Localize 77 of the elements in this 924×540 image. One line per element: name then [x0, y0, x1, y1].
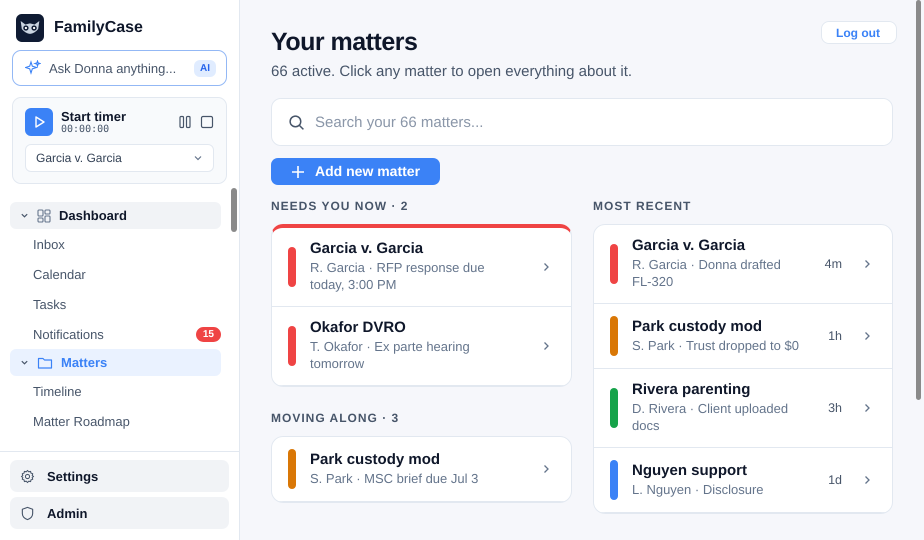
ai-badge: AI — [194, 60, 216, 76]
matter-name: Garcia v. Garcia — [632, 237, 746, 254]
time-ago: 1h — [828, 329, 842, 344]
chevron-down-icon — [20, 211, 29, 220]
matter-name: Nguyen support — [632, 462, 748, 478]
search-icon — [288, 114, 305, 130]
matter-dropdown[interactable]: Garcia v. Garcia — [25, 144, 214, 172]
chevron-right-icon — [862, 259, 872, 270]
section-heading: NEEDS YOU NOW · 2 — [271, 199, 410, 214]
footer-nav-button[interactable]: Settings — [10, 460, 229, 492]
nav-item[interactable]: Notifications 15 — [10, 319, 221, 349]
chevron-right-icon — [541, 262, 551, 272]
matter-detail: S. Park · Trust dropped to $0 — [632, 338, 800, 355]
time-ago: 4m — [824, 257, 842, 272]
app-name: FamilyCase — [54, 19, 143, 37]
nav-item[interactable]: Tasks — [10, 289, 221, 319]
nav-group-item[interactable]: Dashboard — [10, 202, 221, 229]
chevron-right-icon — [862, 331, 872, 342]
matter-row[interactable]: Garcia v. Garcia R. Garcia · RFP response due today, 3:00 PM — [272, 228, 571, 308]
matter-name: Garcia v. Garcia — [310, 240, 424, 258]
plus-icon — [291, 164, 305, 179]
nav-item-label: Timeline — [33, 384, 82, 398]
footer-nav-button[interactable]: Admin — [10, 497, 229, 529]
matter-detail: D. Rivera · Client uploaded docs — [632, 401, 790, 435]
matter-detail: R. Garcia · Donna drafted FL-320 — [632, 257, 782, 292]
matter-detail: T. Okafor · Ex parte hearing tomorrow — [310, 339, 471, 373]
timer-title: Start timer — [61, 109, 128, 124]
nav-item-label: Notifications — [33, 326, 104, 342]
folder-icon — [37, 356, 53, 370]
sparkle-icon — [25, 60, 41, 76]
logout-button[interactable]: Log out — [821, 21, 897, 44]
nav-item-label: Matter Roadmap — [33, 414, 130, 428]
matter-name: Rivera parenting — [632, 381, 752, 398]
scrollbar-thumb[interactable] — [231, 188, 237, 232]
nav-item-label: Calendar — [33, 266, 86, 282]
stop-icon[interactable] — [200, 115, 214, 129]
page-subtitle: 66 active. Click any matter to open everything about it. — [271, 63, 632, 80]
matter-row[interactable]: Garcia v. Garcia R. Garcia · Donna drafted FL-320 4m — [594, 225, 892, 304]
grid-icon — [37, 208, 51, 222]
ask-field[interactable]: Ask Donna anything... AI — [12, 50, 227, 86]
shield-icon — [20, 506, 35, 520]
settings-icon — [20, 468, 35, 484]
section-heading: MOST RECENT — [593, 199, 692, 214]
chevron-down-icon — [193, 153, 203, 163]
chevron-right-icon — [541, 464, 551, 474]
matter-detail: R. Garcia · RFP response due today, 3:00 PM — [310, 260, 486, 294]
count-badge: 15 — [196, 326, 221, 342]
nav-item[interactable]: Timeline — [10, 376, 221, 406]
matter-name: Park custody mod — [310, 450, 442, 468]
matter-name: Okafor DVRO — [310, 319, 407, 336]
matter-row[interactable]: Park custody mod S. Park · Trust dropped to $0 1h — [594, 304, 892, 370]
add-matter-button[interactable]: Add new matter — [271, 158, 440, 186]
matter-row[interactable]: Nguyen support L. Nguyen · Disclosure 1d — [594, 448, 892, 513]
section-heading: MOVING ALONG · 3 — [271, 410, 400, 425]
chevron-right-icon — [862, 474, 872, 485]
matter-detail: S. Park · MSC brief due Jul 3 — [310, 470, 480, 488]
owl-logo-icon — [16, 14, 44, 42]
timer-time: 00:00:00 — [61, 124, 110, 135]
time-ago: 3h — [828, 401, 842, 416]
nav-item[interactable]: Matter Roadmap — [10, 406, 221, 436]
nav-item[interactable]: Calendar — [10, 259, 221, 289]
nav-item[interactable]: Inbox — [10, 229, 221, 259]
matter-row[interactable]: Rivera parenting D. Rivera · Client uploaded docs 3h — [594, 369, 892, 448]
chevron-down-icon — [20, 358, 29, 367]
nav-item-label: Inbox — [33, 236, 65, 252]
page-title: Your matters — [271, 28, 418, 57]
nav-item-label: Tasks — [33, 296, 66, 312]
scrollbar-thumb[interactable] — [916, 0, 921, 400]
matter-name: Park custody mod — [632, 318, 764, 335]
matter-detail: L. Nguyen · Disclosure — [632, 482, 764, 498]
time-ago: 1d — [828, 472, 842, 487]
matter-row[interactable]: Park custody mod S. Park · MSC brief due Jul 3 — [272, 436, 571, 502]
matter-row[interactable]: Okafor DVRO T. Okafor · Ex parte hearing tomorrow — [272, 307, 571, 386]
chevron-right-icon — [541, 341, 551, 352]
play-button[interactable] — [25, 108, 53, 136]
pause-icon[interactable] — [178, 115, 192, 129]
chevron-right-icon — [862, 403, 872, 414]
